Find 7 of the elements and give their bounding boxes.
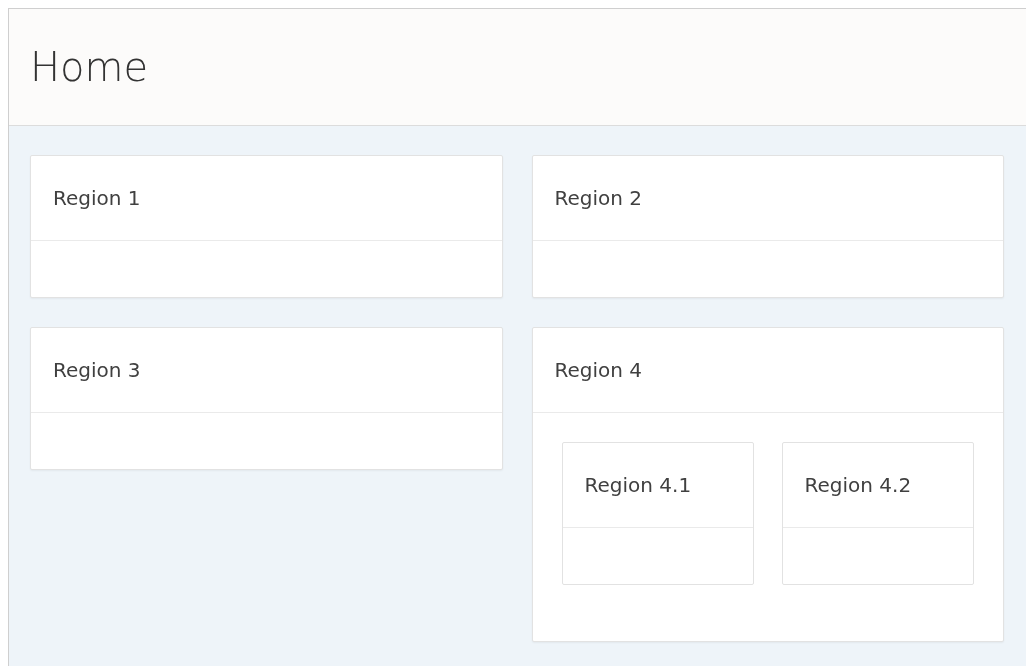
subregion-title: Region 4.2 <box>804 472 912 499</box>
page-title: Home <box>30 43 149 92</box>
region-title: Region 3 <box>53 357 141 384</box>
region-title: Region 1 <box>53 185 141 212</box>
region-title: Region 4 <box>554 357 643 384</box>
subregion-title: Region 4.1 <box>584 472 692 499</box>
region-title: Region 2 <box>554 185 643 212</box>
